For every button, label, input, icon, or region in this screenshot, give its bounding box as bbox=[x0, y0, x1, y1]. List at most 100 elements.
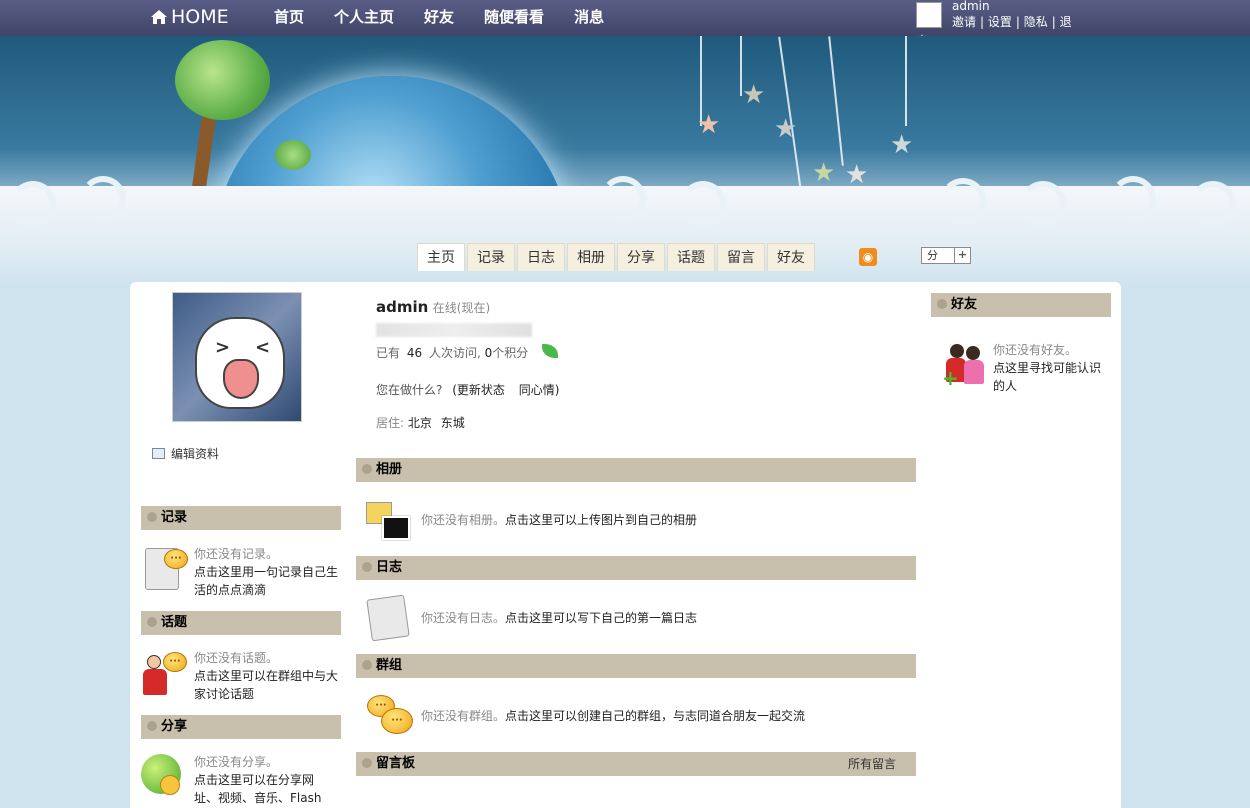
topics-empty-message: 你还没有话题。 点击这里可以在群组中与大家讨论话题 bbox=[194, 649, 344, 703]
all-messages-link[interactable]: 所有留言 bbox=[848, 752, 896, 776]
tab-home[interactable]: 主页 bbox=[417, 243, 465, 271]
records-title: 记录 bbox=[161, 510, 188, 525]
wave-decoration bbox=[680, 181, 726, 227]
edit-profile-label: 编辑资料 bbox=[171, 447, 220, 461]
online-status: 在线(现在) bbox=[432, 301, 491, 315]
main-nav: 首页 个人主页 好友 随便看看 消息 bbox=[274, 6, 634, 27]
visits-middle: 人次访问, bbox=[428, 346, 481, 360]
nav-messages[interactable]: 消息 bbox=[574, 6, 604, 27]
blog-empty-text: 你还没有日志。 bbox=[421, 611, 506, 625]
nav-explore[interactable]: 随便看看 bbox=[484, 6, 544, 27]
profile-tabs: 主页 记录 日志 相册 分享 话题 留言 好友 bbox=[417, 243, 817, 271]
residence-district[interactable]: 东城 bbox=[441, 416, 465, 430]
user-name[interactable]: admin bbox=[952, 0, 990, 13]
wave-decoration bbox=[1190, 181, 1236, 227]
tab-topics[interactable]: 话题 bbox=[667, 243, 715, 271]
blog-title: 日志 bbox=[376, 560, 403, 575]
update-status-link[interactable]: (更新状态 bbox=[452, 383, 505, 397]
album-empty-message: 你还没有相册。点击这里可以上传图片到自己的相册 bbox=[421, 511, 697, 529]
avatar-face: > < bbox=[195, 317, 285, 409]
wave-decoration bbox=[1020, 181, 1066, 227]
wave-decoration bbox=[940, 178, 986, 224]
avatar-mouth bbox=[223, 359, 259, 399]
nav-home[interactable]: 首页 bbox=[274, 6, 304, 27]
blog-notepad-icon bbox=[366, 594, 410, 642]
blog-empty-message: 你还没有日志。点击这里可以写下自己的第一篇日志 bbox=[421, 609, 697, 627]
star-string bbox=[828, 36, 844, 166]
find-friends-icon: + bbox=[942, 344, 988, 390]
records-empty-message: 你还没有记录。 点击这里用一句记录自己生活的点点滴滴 bbox=[194, 545, 344, 599]
status-prompt: 您在做什么? (更新状态 同心情) bbox=[376, 381, 559, 398]
friends-section-header: 好友 bbox=[931, 293, 1111, 317]
home-icon bbox=[151, 10, 167, 24]
share-badge-icon bbox=[160, 775, 180, 795]
wave-decoration bbox=[1110, 176, 1156, 222]
nav-profile[interactable]: 个人主页 bbox=[334, 6, 394, 27]
user-avatar[interactable] bbox=[916, 2, 942, 28]
speech-bubble-icon: ··· bbox=[163, 652, 187, 672]
wave-decoration bbox=[10, 181, 56, 227]
guestbook-title: 留言板 bbox=[376, 756, 416, 771]
tab-records[interactable]: 记录 bbox=[467, 243, 515, 271]
blog-create-link[interactable]: 点击这里可以写下自己的第一篇日志 bbox=[505, 611, 697, 625]
star-icon: ★ bbox=[845, 160, 869, 190]
privacy-link[interactable]: 隐私 bbox=[1024, 15, 1048, 29]
friends-empty-text: 你还没有好友。 bbox=[993, 343, 1078, 357]
profile-avatar[interactable]: > < bbox=[172, 292, 302, 422]
star-icon: ★ bbox=[742, 80, 766, 110]
tree-foliage bbox=[175, 40, 270, 120]
same-mood-link[interactable]: 同心情) bbox=[519, 383, 560, 397]
friends-empty-message: 你还没有好友。 点这里寻找可能认识的人 bbox=[993, 341, 1105, 395]
tab-guestbook[interactable]: 留言 bbox=[717, 243, 765, 271]
album-create-link[interactable]: 点击这里可以上传图片到自己的相册 bbox=[505, 513, 697, 527]
tree-foliage-small bbox=[275, 140, 311, 170]
photo-album-icon bbox=[366, 502, 410, 540]
settings-link[interactable]: 设置 bbox=[988, 15, 1012, 29]
shares-title: 分享 bbox=[161, 719, 188, 734]
find-friends-link[interactable]: 点这里寻找可能认识的人 bbox=[993, 359, 1105, 395]
points-suffix: 个积分 bbox=[492, 346, 529, 360]
groups-section-header: 群组 bbox=[356, 654, 916, 678]
album-title: 相册 bbox=[376, 462, 403, 477]
visits-prefix: 已有 bbox=[376, 346, 401, 360]
records-empty-text: 你还没有记录。 bbox=[194, 547, 279, 561]
tab-blog[interactable]: 日志 bbox=[517, 243, 565, 271]
topics-title: 话题 bbox=[161, 615, 188, 630]
tab-friends[interactable]: 好友 bbox=[767, 243, 815, 271]
profile-url-blurred bbox=[376, 323, 532, 337]
star-icon: ★ bbox=[812, 158, 836, 188]
share-label: 分 bbox=[927, 249, 938, 262]
records-create-link[interactable]: 点击这里用一句记录自己生活的点点滴滴 bbox=[194, 563, 344, 599]
wave-decoration bbox=[600, 176, 646, 222]
album-section-header: 相册 bbox=[356, 458, 916, 482]
shares-create-link[interactable]: 点击这里可以在分享网址、视频、音乐、Flash bbox=[194, 771, 334, 807]
guestbook-section-header: 留言板 所有留言 bbox=[356, 752, 916, 776]
profile-card-icon bbox=[152, 448, 165, 459]
avatar-eye: < bbox=[255, 337, 271, 358]
star-icon: ★ bbox=[774, 114, 798, 144]
edit-profile-link[interactable]: 编辑资料 bbox=[152, 445, 219, 462]
groups-empty-text: 你还没有群组。 bbox=[421, 709, 506, 723]
share-plus-icon[interactable]: + bbox=[954, 248, 970, 263]
album-empty-text: 你还没有相册。 bbox=[421, 513, 506, 527]
rss-icon[interactable]: ◉ bbox=[859, 248, 877, 266]
profile-name-line: admin 在线(现在) bbox=[376, 298, 490, 316]
home-link[interactable]: HOME bbox=[150, 6, 229, 28]
blog-section-header: 日志 bbox=[356, 556, 916, 580]
tab-share[interactable]: 分享 bbox=[617, 243, 665, 271]
invite-link[interactable]: 邀请 bbox=[952, 15, 976, 29]
groups-title: 群组 bbox=[376, 658, 403, 673]
logout-link[interactable]: 退 bbox=[1060, 15, 1072, 29]
records-section-header: 记录 bbox=[141, 506, 341, 530]
topics-create-link[interactable]: 点击这里可以在群组中与大家讨论话题 bbox=[194, 667, 344, 703]
nav-friends[interactable]: 好友 bbox=[424, 6, 454, 27]
groups-create-link[interactable]: 点击这里可以创建自己的群组，与志同道合朋友一起交流 bbox=[505, 709, 805, 723]
residence-city[interactable]: 北京 bbox=[408, 416, 432, 430]
groups-empty-message: 你还没有群组。点击这里可以创建自己的群组，与志同道合朋友一起交流 bbox=[421, 707, 805, 725]
wave-decoration bbox=[80, 176, 126, 222]
user-links: 邀请 | 设置 | 隐私 | 退 bbox=[952, 15, 1072, 29]
tab-album[interactable]: 相册 bbox=[567, 243, 615, 271]
friends-title: 好友 bbox=[951, 297, 978, 312]
avatar-eye: > bbox=[215, 337, 231, 358]
share-widget[interactable]: 分 + bbox=[921, 247, 971, 264]
